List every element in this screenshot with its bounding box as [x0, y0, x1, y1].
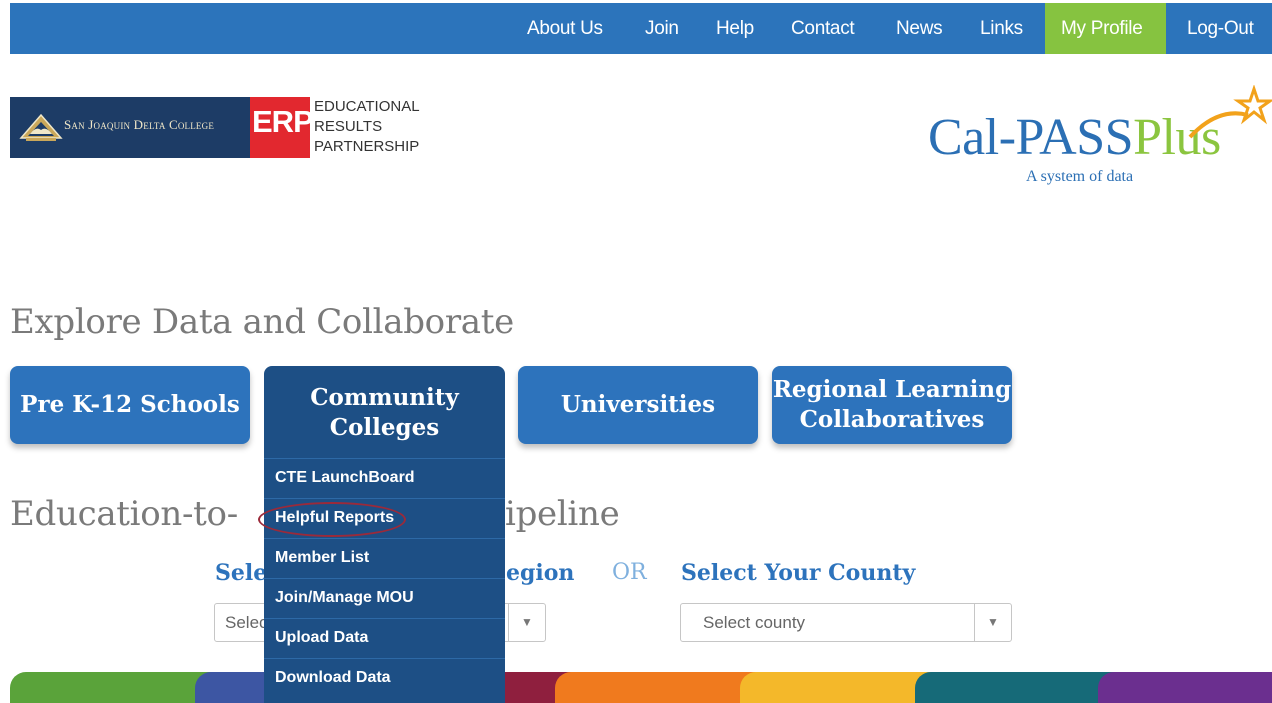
- menu-item-upload-data[interactable]: Upload Data: [264, 618, 505, 658]
- caret-down-icon[interactable]: ▼: [508, 604, 545, 641]
- erp-line-2: RESULTS: [314, 118, 383, 135]
- erp-line-3: PARTNERSHIP: [314, 138, 420, 155]
- nav-my-profile-link[interactable]: My Profile: [1061, 3, 1143, 54]
- menu-item-member-list[interactable]: Member List: [264, 538, 505, 578]
- tile-community-colleges[interactable]: Community Colleges: [264, 366, 505, 460]
- select-region-label-right: egion: [506, 560, 575, 586]
- nav-log-out-link[interactable]: Log-Out: [1187, 3, 1254, 54]
- pipeline-heading-left: Education-to-: [10, 494, 238, 534]
- tile-cc-line-2: Colleges: [329, 414, 440, 441]
- calpass-logo-main: Cal-PASS: [928, 109, 1134, 166]
- helpful-reports-highlight-ring: [258, 502, 406, 537]
- tile-rlc-line-1: Regional Learning: [772, 376, 1012, 403]
- star-swoosh-icon: [1188, 85, 1272, 139]
- menu-item-join-manage-mou[interactable]: Join/Manage MOU: [264, 578, 505, 618]
- tile-rlc-label: Regional Learning Collaboratives: [773, 375, 1011, 435]
- tile-rlc-line-2: Collaboratives: [799, 406, 985, 433]
- county-select-placeholder: Select county: [703, 613, 806, 632]
- nav-about-us-link[interactable]: About Us: [527, 3, 603, 54]
- nav-news[interactable]: News: [896, 3, 943, 54]
- nav-join[interactable]: Join: [645, 3, 679, 54]
- calpass-logo[interactable]: Cal-PASSPlus: [928, 108, 1221, 167]
- select-region-label-left: Sele: [215, 560, 268, 586]
- color-band-green: [10, 672, 220, 703]
- tile-pre-k12-schools[interactable]: Pre K-12 Schools: [10, 366, 250, 444]
- tile-universities-label: Universities: [560, 391, 716, 418]
- pipeline-heading-right: ipeline: [505, 494, 620, 534]
- nav-log-out[interactable]: Log-Out: [1187, 3, 1254, 54]
- erp-logo-wordmark: EDUCATIONAL RESULTS PARTNERSHIP: [314, 97, 420, 157]
- delta-college-emblem-icon: [19, 113, 63, 141]
- community-colleges-dropdown: CTE LaunchBoard Helpful Reports Member L…: [264, 458, 505, 703]
- explore-heading: Explore Data and Collaborate: [10, 302, 514, 342]
- sjdc-logo-text: San Joaquin Delta College: [64, 117, 215, 132]
- nav-help[interactable]: Help: [716, 3, 754, 54]
- tile-universities[interactable]: Universities: [518, 366, 758, 444]
- nav-help-link[interactable]: Help: [716, 3, 754, 54]
- region-select-placeholder: Selec: [225, 613, 268, 632]
- tile-pre-k12-label: Pre K-12 Schools: [20, 391, 240, 418]
- nav-news-link[interactable]: News: [896, 3, 943, 54]
- erp-line-1: EDUCATIONAL: [314, 98, 420, 115]
- tile-cc-line-1: Community: [310, 384, 459, 411]
- color-band-yellow: [740, 672, 940, 703]
- nav-contact[interactable]: Contact: [791, 3, 855, 54]
- nav-contact-link[interactable]: Contact: [791, 3, 855, 54]
- nav-join-link[interactable]: Join: [645, 3, 679, 54]
- erp-logo-letters: ERP: [252, 104, 314, 139]
- color-band-teal: [915, 672, 1125, 703]
- caret-down-icon[interactable]: ▼: [974, 604, 1011, 641]
- or-separator: OR: [612, 560, 647, 585]
- nav-links[interactable]: Links: [980, 3, 1023, 54]
- select-county-label: Select Your County: [681, 560, 916, 586]
- sjdc-logo[interactable]: San Joaquin Delta College: [10, 97, 250, 158]
- tile-regional-learning-collaboratives[interactable]: Regional Learning Collaboratives: [772, 366, 1012, 444]
- tile-community-colleges-label: Community Colleges: [310, 383, 459, 443]
- color-band-orange: [555, 672, 765, 703]
- menu-item-cte-launchboard[interactable]: CTE LaunchBoard: [264, 458, 505, 498]
- nav-links-link[interactable]: Links: [980, 3, 1023, 54]
- county-select[interactable]: Select county ▼: [680, 603, 1012, 642]
- nav-about-us[interactable]: About Us: [527, 3, 603, 54]
- calpass-tagline: A system of data: [1026, 168, 1134, 185]
- nav-my-profile[interactable]: My Profile: [1061, 3, 1143, 54]
- color-band-purple: [1098, 672, 1272, 703]
- menu-item-download-data[interactable]: Download Data: [264, 658, 505, 698]
